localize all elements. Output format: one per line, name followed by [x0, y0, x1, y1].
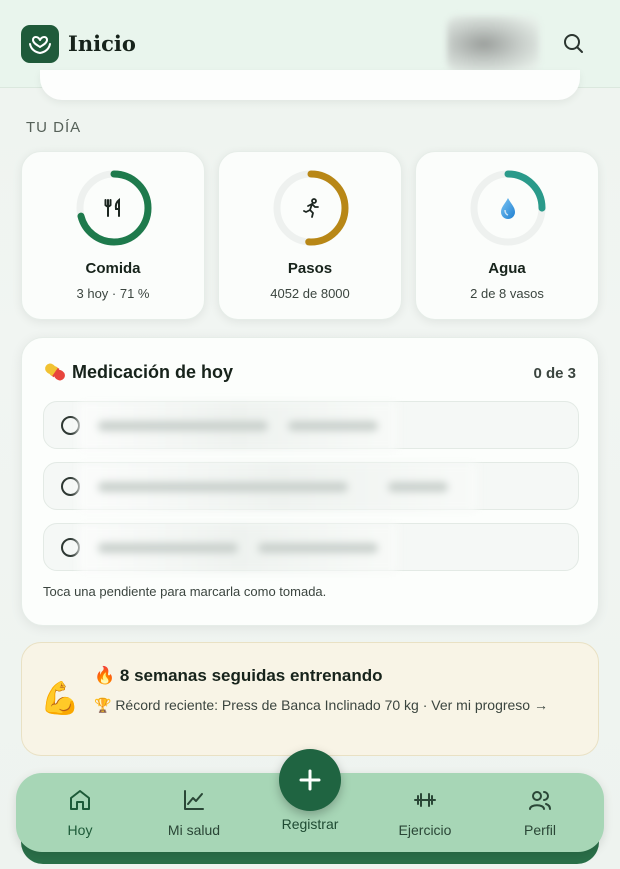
- medication-title: Medicación de hoy: [72, 362, 234, 382]
- nav-label: Ejercicio: [398, 822, 452, 838]
- stat-card-water[interactable]: Agua 2 de 8 vasos: [415, 151, 599, 320]
- nav-item-profile[interactable]: Perfil: [490, 773, 590, 852]
- search-icon[interactable]: [560, 30, 588, 58]
- stat-title: Agua: [488, 260, 526, 277]
- flexed-biceps-icon: 💪: [40, 680, 80, 716]
- water-drop-icon: [494, 194, 522, 222]
- medication-count: 0 de 3: [533, 365, 576, 382]
- fork-knife-icon: [100, 194, 128, 222]
- heart-hands-icon[interactable]: [21, 25, 59, 63]
- stat-card-steps[interactable]: Pasos 4052 de 8000: [218, 151, 402, 320]
- nav-item-health[interactable]: Mi salud: [144, 773, 244, 852]
- avatar[interactable]: [447, 16, 539, 72]
- medication-hint: Toca una pendiente para marcarla como to…: [43, 584, 327, 599]
- stat-value: 2 de 8 vasos: [470, 286, 544, 301]
- nav-label: Perfil: [524, 822, 556, 838]
- medication-item[interactable]: [43, 523, 579, 572]
- streak-subtitle[interactable]: 🏆 Récord reciente: Press de Banca Inclin…: [94, 693, 574, 718]
- stat-title: Pasos: [287, 260, 333, 277]
- plus-icon: [299, 769, 321, 791]
- section-label: TU DÍA: [26, 119, 82, 136]
- pill-icon: [42, 360, 68, 384]
- runner-icon: [297, 194, 325, 222]
- stat-card-food[interactable]: Comida 3 hoy · 71 %: [21, 151, 205, 320]
- medication-card: Medicación de hoy 0 de 3 Toca una pendie…: [21, 337, 599, 626]
- medication-item[interactable]: [43, 401, 579, 450]
- users-icon: [528, 788, 552, 812]
- stat-value: 4052 de 8000: [270, 286, 350, 301]
- previous-card-edge: [40, 70, 580, 100]
- register-button[interactable]: [279, 749, 341, 811]
- home-icon: [68, 788, 92, 812]
- nav-label: Mi salud: [167, 822, 221, 838]
- streak-card[interactable]: 💪 🔥 8 semanas seguidas entrenando 🏆 Réco…: [21, 642, 599, 756]
- nav-item-exercise[interactable]: Ejercicio: [375, 773, 475, 852]
- register-label: Registrar: [281, 816, 339, 832]
- nav-label: Hoy: [67, 822, 93, 838]
- stat-value: 3 hoy · 71 %: [76, 286, 150, 301]
- page-title: Inicio: [68, 31, 136, 56]
- stat-title: Comida: [85, 260, 141, 277]
- blurred-content: [78, 463, 478, 511]
- medication-item[interactable]: [43, 462, 579, 511]
- blurred-content: [78, 524, 398, 572]
- blurred-content: [78, 402, 398, 450]
- nav-item-home[interactable]: Hoy: [30, 773, 130, 852]
- streak-title: 🔥 8 semanas seguidas entrenando: [94, 666, 383, 685]
- chart-line-icon: [182, 788, 206, 812]
- dumbbell-icon: [413, 788, 437, 812]
